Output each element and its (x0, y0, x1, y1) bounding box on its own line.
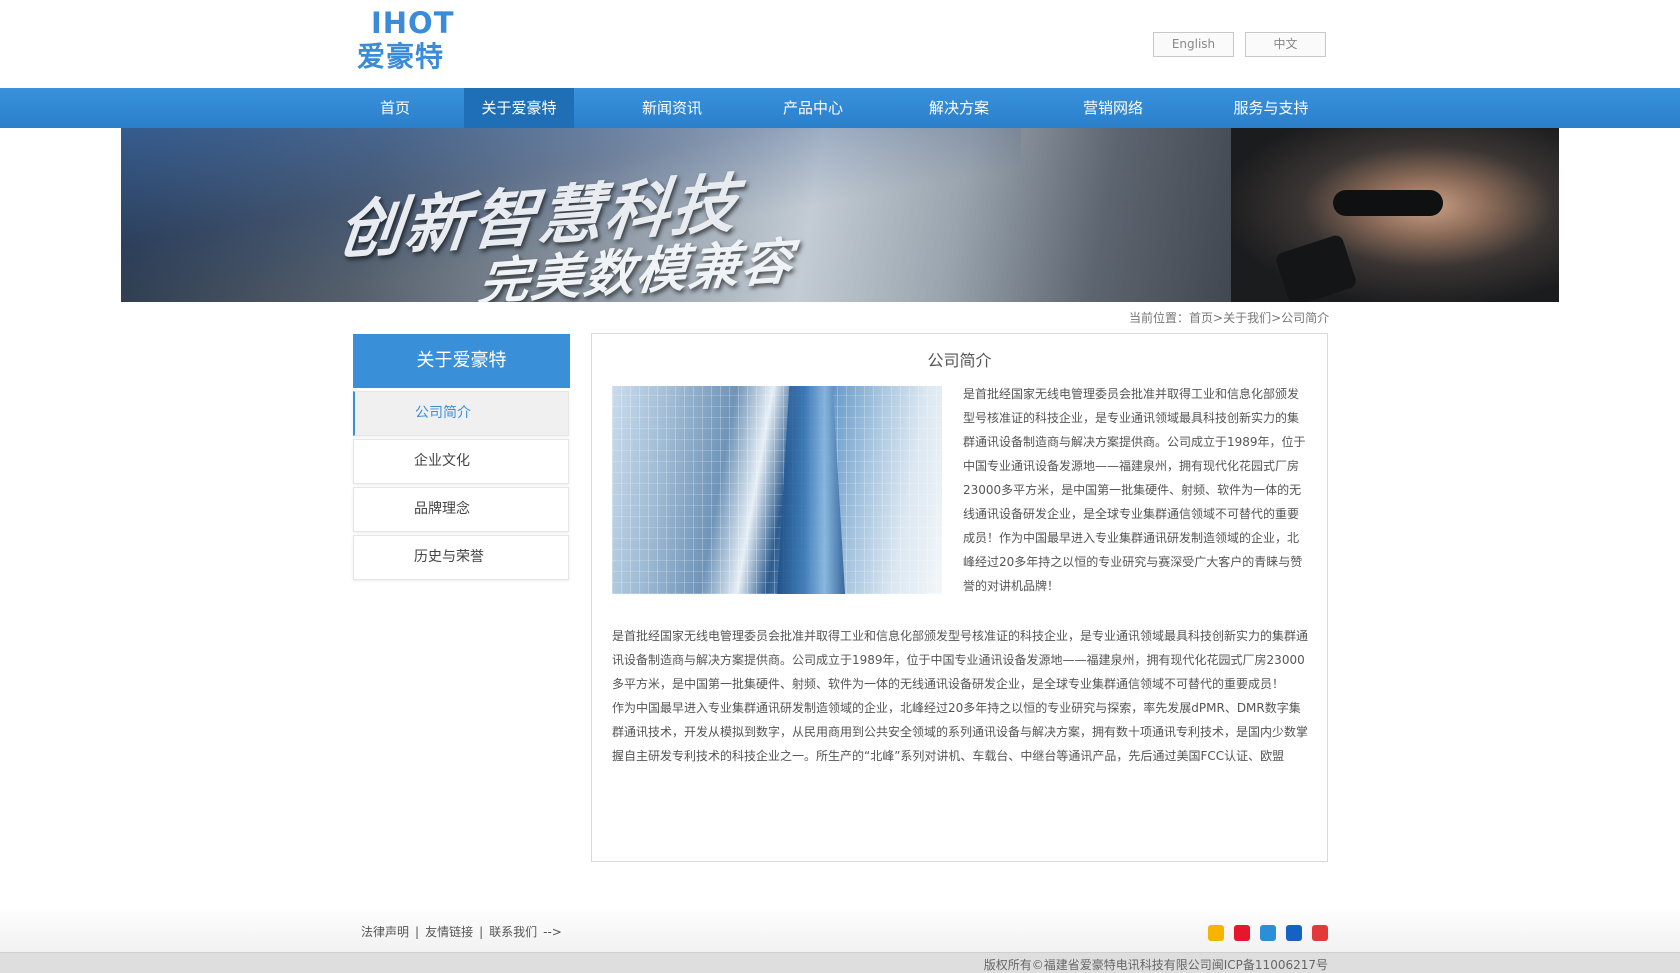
qq-weibo-icon[interactable] (1312, 925, 1329, 941)
nav-item-products[interactable]: 产品中心 (766, 88, 860, 128)
sidebar-title: 关于爱豪特 (353, 334, 570, 388)
breadcrumb-about-link[interactable]: 关于我们 (1223, 311, 1271, 325)
intro-text: 是首批经国家无线电管理委员会批准并取得工业和信息化部颁发型号核准证的科技企业，是… (963, 387, 1306, 593)
share-icons (1208, 925, 1333, 943)
logo[interactable]: IHOT 爱豪特 (357, 6, 462, 76)
content-panel: 公司简介 是首批经国家无线电管理委员会批准并取得工业和信息化部颁发型号核准证的科… (591, 333, 1328, 862)
breadcrumb-current: 公司简介 (1281, 311, 1330, 325)
body-paragraph: 是首批经国家无线电管理委员会批准并取得工业和信息化部颁发型号核准证的科技企业，是… (612, 629, 1309, 691)
logo-english-text: IHOT (371, 6, 455, 40)
footer-link-friends[interactable]: 友情链接 (425, 925, 473, 939)
content-title: 公司简介 (927, 351, 992, 370)
breadcrumb-home-link[interactable]: 首页 (1189, 311, 1213, 325)
sidebar-item-corporate-culture[interactable]: 企业文化 (353, 439, 569, 484)
footer-link-contact[interactable]: 联系我们 (489, 925, 537, 939)
footer-stray-text: --> (543, 925, 562, 939)
breadcrumb-prefix: 当前位置： (1129, 311, 1190, 325)
renren-icon[interactable] (1286, 925, 1303, 941)
footer-band (0, 905, 1680, 953)
chinese-language-button[interactable]: 中文 (1245, 32, 1326, 57)
footer-link-legal[interactable]: 法律声明 (361, 925, 409, 939)
sidebar: 关于爱豪特 公司简介 企业文化 品牌理念 历史与荣誉 (353, 334, 570, 580)
footer-links: 法律声明 | 友情链接 | 联系我们 --> (361, 923, 568, 940)
breadcrumb-separator: > (1271, 311, 1282, 325)
page: IHOT 爱豪特 English 中文 首页 关于爱豪特 新闻资讯 产品中心 解… (0, 0, 1680, 973)
english-language-button[interactable]: English (1153, 32, 1234, 57)
banner-sunglasses-shape (1333, 190, 1443, 216)
body-paragraph: 作为中国最早进入专业集群通讯研发制造领域的企业，北峰经过20多年持之以恒的专业研… (612, 701, 1309, 763)
breadcrumb: 当前位置：首页>关于我们>公司简介 (1129, 309, 1329, 326)
logo-chinese-text: 爱豪特 (357, 40, 445, 73)
nav-item-news[interactable]: 新闻资讯 (625, 88, 719, 128)
sidebar-item-history-honors[interactable]: 历史与荣誉 (353, 535, 569, 580)
footer-separator: | (479, 925, 484, 939)
header: IHOT 爱豪特 English 中文 (0, 0, 1680, 88)
pengyou-icon[interactable] (1260, 925, 1277, 941)
copyright-text: 版权所有©福建省爱豪特电讯科技有限公司闽ICP备11006217号 (983, 958, 1328, 972)
sidebar-item-company-profile[interactable]: 公司简介 (353, 391, 569, 436)
breadcrumb-separator: > (1213, 311, 1224, 325)
nav-item-about[interactable]: 关于爱豪特 (464, 88, 574, 128)
nav-item-home[interactable]: 首页 (360, 88, 430, 128)
main-nav: 首页 关于爱豪特 新闻资讯 产品中心 解决方案 营销网络 服务与支持 (0, 88, 1680, 128)
body-text: 是首批经国家无线电管理委员会批准并取得工业和信息化部颁发型号核准证的科技企业，是… (612, 624, 1309, 768)
copyright-bar: 版权所有©福建省爱豪特电讯科技有限公司闽ICP备11006217号 (0, 952, 1680, 973)
nav-item-marketing-network[interactable]: 营销网络 (1066, 88, 1160, 128)
building-glass-grid (612, 386, 942, 594)
hero-banner: 创新智慧科技 完美数模兼容 (121, 128, 1559, 302)
qzone-icon[interactable] (1208, 925, 1224, 941)
nav-item-solutions[interactable]: 解决方案 (912, 88, 1006, 128)
weibo-icon[interactable] (1234, 925, 1251, 941)
footer-separator: | (415, 925, 420, 939)
sidebar-item-brand-philosophy[interactable]: 品牌理念 (353, 487, 569, 532)
building-image (612, 386, 942, 594)
nav-item-service-support[interactable]: 服务与支持 (1216, 88, 1326, 128)
